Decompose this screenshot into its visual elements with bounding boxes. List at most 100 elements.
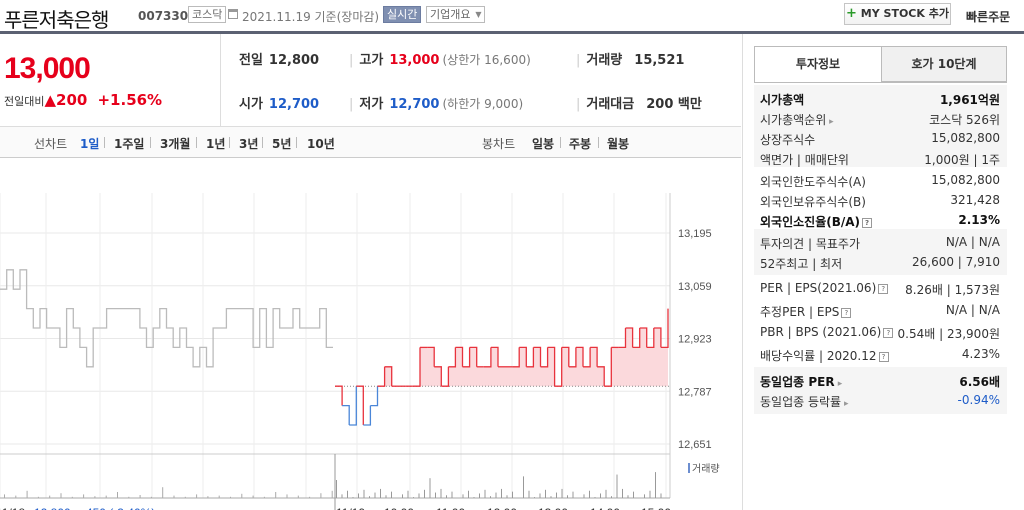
- help-icon[interactable]: ?: [841, 307, 852, 318]
- info-row: 외국인소진율(B/A)? 2.13%: [760, 211, 1000, 231]
- tab-10y[interactable]: 10년: [307, 135, 335, 152]
- main-panel: 13,000 전일대비▲200 +1.56% 전일 12,800 | 고가 13,00…: [0, 34, 741, 510]
- info-panel: 투자정보 호가 10단계 시가총액 1,961억원시가총액순위 ▸ 코스닥 526위…: [742, 34, 1024, 510]
- line-chart-label: 선차트: [34, 137, 68, 151]
- mystock-add-button[interactable]: + MY STOCK 추가: [844, 3, 951, 25]
- today-price-segment: [660, 308, 669, 349]
- tab-monthly[interactable]: 월봉: [607, 135, 629, 152]
- tab-daily[interactable]: 일봉: [532, 135, 554, 152]
- tab-1y[interactable]: 1년: [206, 135, 225, 152]
- info-row-label: 투자의견 | 목표주가: [760, 237, 860, 251]
- info-row-label[interactable]: 시가총액순위 ▸: [760, 111, 834, 128]
- stat-volume: | 거래량 15,521: [576, 53, 685, 68]
- info-row-value: 1,961억원: [939, 93, 1000, 107]
- company-overview-button[interactable]: 기업개요 ▼: [426, 6, 486, 23]
- volume-bar: [230, 496, 231, 498]
- help-icon[interactable]: ?: [862, 217, 873, 228]
- x-tick-label: 14:00: [590, 506, 620, 510]
- help-icon[interactable]: ?: [883, 327, 894, 338]
- info-row-label: 외국인보유주식수(B): [760, 195, 866, 209]
- info-row-label[interactable]: 동일업종 PER ▸: [760, 373, 842, 390]
- today-price-segment: [583, 347, 591, 368]
- info-row: 상장주식수 15,082,800: [760, 129, 1000, 149]
- volume-bar: [391, 491, 392, 498]
- help-icon[interactable]: ?: [878, 283, 889, 294]
- volume-bar: [331, 490, 333, 498]
- x-tick-label: 13:00: [538, 506, 568, 510]
- volume-bar: [627, 495, 629, 498]
- volume-bar: [94, 496, 96, 498]
- change-label: 전일대비: [4, 95, 45, 108]
- info-row: 시가총액순위 ▸ 코스닥 526위: [760, 109, 1000, 129]
- today-price-segment: [412, 347, 421, 387]
- tab-5y[interactable]: 5년: [272, 135, 291, 152]
- info-row: 외국인보유주식수(B) 321,428: [760, 191, 1000, 211]
- info-row-value: 6.56배: [959, 375, 1000, 389]
- chevron-right-icon: ▸: [834, 379, 843, 389]
- info-row-label: 외국인소진율(B/A)?: [760, 213, 873, 230]
- info-row-value: 0.54배 | 23,900원: [897, 327, 1000, 341]
- info-row: PBR | BPS (2021.06)? 0.54배 | 23,900원: [760, 323, 1000, 343]
- volume-bar: [545, 489, 546, 498]
- info-row: 52주최고 | 최저 26,600 | 7,910: [760, 253, 1000, 273]
- stock-header: 푸른저축은행 007330 코스닥 2021.11.19 기준(장마감) 실시간…: [0, 0, 1024, 32]
- volume-bar: [196, 494, 198, 498]
- info-row-value: 26,600 | 7,910: [911, 255, 1000, 269]
- tab-investment-info[interactable]: 투자정보: [754, 46, 882, 82]
- tab-3m[interactable]: 3개월: [160, 135, 190, 152]
- info-row-label: 시가총액: [760, 93, 805, 107]
- stat-high: | 고가 13,000 (상한가 16,600): [349, 53, 531, 68]
- volume-bar: [128, 496, 130, 498]
- info-row: 투자의견 | 목표주가 N/A | N/A: [760, 233, 1000, 253]
- tab-1w[interactable]: 1주일: [114, 135, 144, 152]
- realtime-button[interactable]: 실시간: [383, 6, 422, 23]
- prev-day-summary: 12,800 ▼450 (-3.40%): [34, 506, 155, 510]
- info-row-label: 외국인한도주식수(A): [760, 175, 866, 189]
- volume-bar: [440, 488, 442, 498]
- tab-3y[interactable]: 3년: [239, 135, 258, 152]
- volume-bar: [49, 495, 51, 498]
- volume-bar: [218, 495, 220, 498]
- volume-bar: [644, 494, 645, 498]
- info-row-value: 15,082,800: [931, 173, 1000, 187]
- market-tag: 코스닥: [188, 6, 227, 23]
- y-tick-label: 12,923: [678, 334, 712, 346]
- info-row-label[interactable]: 동일업종 등락률 ▸: [760, 393, 849, 410]
- volume-bar: [611, 496, 612, 498]
- price-stats: 전일 12,800 | 고가 13,000 (상한가 16,600) | 거래량 15,52…: [221, 34, 741, 126]
- volume-bar: [184, 496, 186, 498]
- info-row: 동일업종 PER ▸ 6.56배: [760, 371, 1000, 391]
- change-value: 200: [56, 91, 88, 109]
- info-row: 시가총액 1,961억원: [760, 89, 1000, 109]
- stock-name: 푸른저축은행: [4, 8, 109, 32]
- quick-order-button[interactable]: 빠른주문: [966, 8, 1010, 25]
- info-row-value: N/A | N/A: [945, 303, 1000, 317]
- tab-weekly[interactable]: 주봉: [569, 135, 591, 152]
- volume-bar: [550, 496, 552, 498]
- volume-bar: [589, 490, 590, 498]
- investment-info-table: 시가총액 1,961억원시가총액순위 ▸ 코스닥 526위 상장주식수 15,082,8…: [754, 82, 1007, 462]
- volume-bar: [352, 497, 354, 498]
- tab-1d[interactable]: 1일: [80, 135, 99, 152]
- volume-bar: [561, 488, 563, 498]
- info-row: 배당수익률 | 2020.12? 4.23%: [760, 345, 1000, 365]
- volume-bar: [605, 489, 607, 498]
- volume-bar: [309, 496, 311, 498]
- volume-bar: [150, 496, 152, 498]
- volume-bar: [512, 491, 513, 498]
- volume-bar: [633, 491, 634, 498]
- calendar-icon: [228, 9, 238, 19]
- volume-bar: [655, 472, 656, 498]
- volume-bar: [539, 493, 541, 498]
- today-price-segment: [568, 347, 577, 368]
- tab-order-book[interactable]: 호가 10단계: [881, 46, 1007, 82]
- today-price-segment: [462, 347, 471, 368]
- today-price-segment: [363, 405, 372, 426]
- volume-bar: [446, 495, 447, 498]
- today-price-segment: [646, 328, 655, 349]
- chevron-right-icon: ▸: [826, 117, 834, 127]
- base-date: 2021.11.19 기준(장마감): [242, 10, 380, 24]
- volume-bar: [594, 497, 596, 498]
- help-icon[interactable]: ?: [878, 351, 889, 362]
- today-price-segment: [632, 328, 641, 349]
